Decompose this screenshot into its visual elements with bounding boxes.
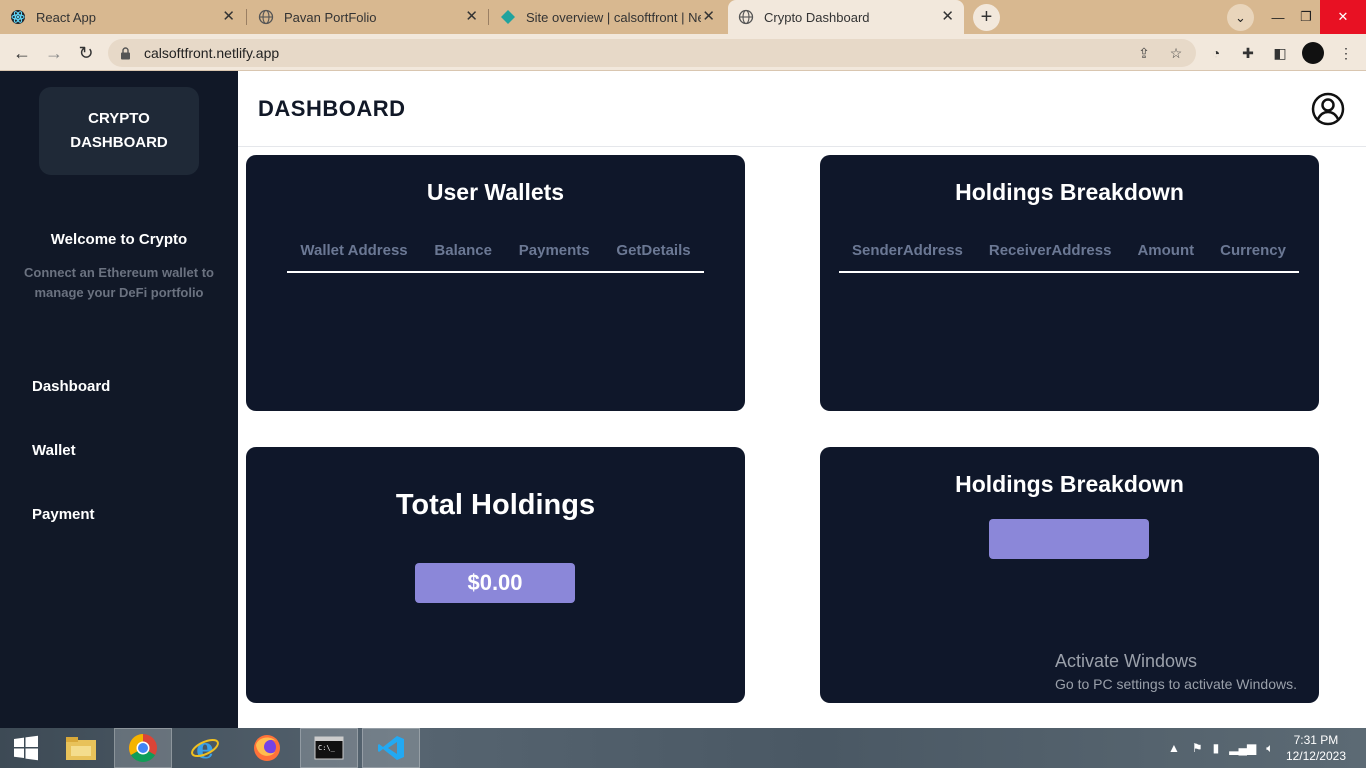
forward-icon[interactable]: → bbox=[42, 41, 66, 65]
internet-explorer-icon[interactable]: e bbox=[176, 728, 234, 768]
chrome-icon[interactable] bbox=[114, 728, 172, 768]
app-root: CRYPTO DASHBOARD Welcome to Crypto Conne… bbox=[0, 71, 1366, 728]
windows-taskbar: e C:\_ ▲ ⚑ ▮ ▂▄▆ 🔈︎ 7:31 PM 12/12/2023 bbox=[0, 728, 1366, 768]
system-clock[interactable]: 7:31 PM 12/12/2023 bbox=[1286, 732, 1346, 764]
total-holdings-value: $0.00 bbox=[415, 563, 575, 603]
url-text: calsoftfront.netlify.app bbox=[144, 45, 280, 61]
tab-react-app[interactable]: React App ✕ bbox=[0, 0, 245, 34]
watermark-title: Activate Windows bbox=[1055, 651, 1198, 671]
table-header: SenderAddress ReceiverAddress Amount Cur… bbox=[839, 242, 1299, 273]
close-window-icon[interactable]: ✕ bbox=[1320, 0, 1366, 34]
card-title: Total Holdings bbox=[395, 489, 596, 521]
minimize-icon[interactable]: — bbox=[1264, 0, 1292, 34]
command-prompt-icon[interactable]: C:\_ bbox=[300, 728, 358, 768]
side-panel-icon[interactable]: ◧ bbox=[1270, 43, 1290, 63]
file-explorer-icon[interactable] bbox=[52, 728, 110, 768]
restore-icon[interactable]: ❐ bbox=[1292, 0, 1320, 34]
card-title: Holdings Breakdown bbox=[955, 179, 1184, 205]
clock-time: 7:31 PM bbox=[1293, 733, 1339, 747]
svg-text:C:\_: C:\_ bbox=[318, 744, 336, 752]
sidebar-item-payment[interactable]: Payment bbox=[32, 506, 95, 523]
tab-separator bbox=[488, 9, 489, 25]
sidebar-item-dashboard[interactable]: Dashboard bbox=[32, 378, 110, 395]
tab-pavan-portfolio[interactable]: Pavan PortFolio ✕ bbox=[248, 0, 488, 34]
sidebar: CRYPTO DASHBOARD Welcome to Crypto Conne… bbox=[0, 71, 238, 728]
holdings-breakdown-value bbox=[989, 519, 1149, 559]
close-tab-icon[interactable]: ✕ bbox=[222, 9, 235, 25]
clock-date: 12/12/2023 bbox=[1285, 749, 1346, 763]
vscode-icon[interactable] bbox=[362, 728, 420, 768]
user-account-icon[interactable] bbox=[1311, 92, 1345, 126]
column-header: Balance bbox=[434, 242, 492, 259]
tab-title: Pavan PortFolio bbox=[284, 9, 377, 25]
back-icon[interactable]: ← bbox=[10, 41, 34, 65]
brand-line-1: CRYPTO bbox=[88, 110, 150, 127]
close-tab-icon[interactable]: ✕ bbox=[465, 9, 478, 25]
column-header: Payments bbox=[518, 242, 590, 259]
total-holdings-card: Total Holdings $0.00 bbox=[246, 447, 745, 703]
menu-dots-icon[interactable]: ⋮ bbox=[1336, 43, 1356, 63]
close-tab-icon[interactable]: ✕ bbox=[702, 9, 715, 25]
table-header: Wallet Address Balance Payments GetDetai… bbox=[287, 242, 704, 273]
brand-logo[interactable]: CRYPTO DASHBOARD bbox=[39, 87, 199, 175]
react-icon bbox=[10, 9, 26, 25]
welcome-heading: Welcome to Crypto bbox=[50, 231, 188, 248]
column-header: SenderAddress bbox=[852, 242, 963, 259]
profile-avatar[interactable] bbox=[1302, 42, 1324, 64]
lock-icon bbox=[120, 46, 134, 60]
battery-icon[interactable]: ▮ bbox=[1213, 741, 1220, 755]
page-header: DASHBOARD bbox=[238, 71, 1366, 147]
tab-crypto-dashboard[interactable]: Crypto Dashboard ✕ bbox=[728, 0, 964, 34]
user-wallets-card: User Wallets Wallet Address Balance Paym… bbox=[246, 155, 745, 411]
brand-line-2: DASHBOARD bbox=[70, 134, 168, 151]
share-icon[interactable]: ⇪ bbox=[1135, 44, 1153, 62]
card-title: User Wallets bbox=[426, 179, 565, 205]
globe-icon bbox=[258, 9, 274, 25]
extension-owl-icon[interactable]: ◔ bbox=[1206, 43, 1226, 63]
bookmark-star-icon[interactable]: ☆ bbox=[1167, 44, 1185, 62]
tab-site-overview[interactable]: Site overview | calsoftfront | Netl ✕ bbox=[490, 0, 725, 34]
tab-title: Crypto Dashboard bbox=[764, 9, 870, 25]
reload-icon[interactable]: ↻ bbox=[74, 41, 98, 65]
connect-wallet-text: Connect an Ethereum wallet to manage you… bbox=[24, 265, 214, 300]
column-header: Wallet Address bbox=[300, 242, 408, 259]
windows-start-icon[interactable] bbox=[0, 728, 52, 768]
volume-icon[interactable]: 🔈︎ bbox=[1266, 741, 1273, 756]
flag-icon[interactable]: ⚑ bbox=[1192, 741, 1203, 755]
holdings-breakdown-table-card: Holdings Breakdown SenderAddress Receive… bbox=[820, 155, 1319, 411]
card-title: Holdings Breakdown bbox=[955, 471, 1184, 497]
page-title: DASHBOARD bbox=[258, 96, 406, 121]
tab-title: Site overview | calsoftfront | Netl bbox=[526, 9, 701, 25]
firefox-icon[interactable] bbox=[238, 728, 296, 768]
sidebar-item-wallet[interactable]: Wallet bbox=[32, 442, 76, 459]
netlify-icon bbox=[500, 9, 516, 25]
show-hidden-icons-icon[interactable]: ▲ bbox=[1168, 741, 1180, 755]
watermark-subtitle: Go to PC settings to activate Windows. bbox=[1055, 676, 1297, 692]
globe-icon bbox=[738, 9, 754, 25]
column-header: Currency bbox=[1220, 242, 1286, 259]
close-tab-icon[interactable]: ✕ bbox=[941, 9, 954, 25]
network-signal-icon[interactable]: ▂▄▆ bbox=[1229, 741, 1256, 755]
browser-toolbar: ← → ↻ calsoftfront.netlify.app ⇪ ☆ ◔ ✚ ◧… bbox=[0, 34, 1366, 71]
tab-separator bbox=[246, 9, 247, 25]
address-bar[interactable]: calsoftfront.netlify.app bbox=[108, 39, 1196, 67]
tab-search-icon[interactable]: ⌄ bbox=[1227, 4, 1254, 31]
column-header: Amount bbox=[1137, 242, 1195, 259]
tab-title: React App bbox=[36, 9, 96, 25]
svg-text:e: e bbox=[196, 733, 214, 763]
system-tray: ▲ ⚑ ▮ ▂▄▆ 🔈︎ bbox=[1168, 728, 1273, 768]
browser-tab-bar: React App ✕ Pavan PortFolio ✕ Site overv… bbox=[0, 0, 1366, 34]
extensions-puzzle-icon[interactable]: ✚ bbox=[1238, 43, 1258, 63]
activate-windows-watermark: Activate Windows Go to PC settings to ac… bbox=[1055, 651, 1297, 692]
column-header: ReceiverAddress bbox=[988, 242, 1112, 259]
column-header: GetDetails bbox=[616, 242, 691, 259]
new-tab-button[interactable]: + bbox=[973, 4, 1000, 31]
